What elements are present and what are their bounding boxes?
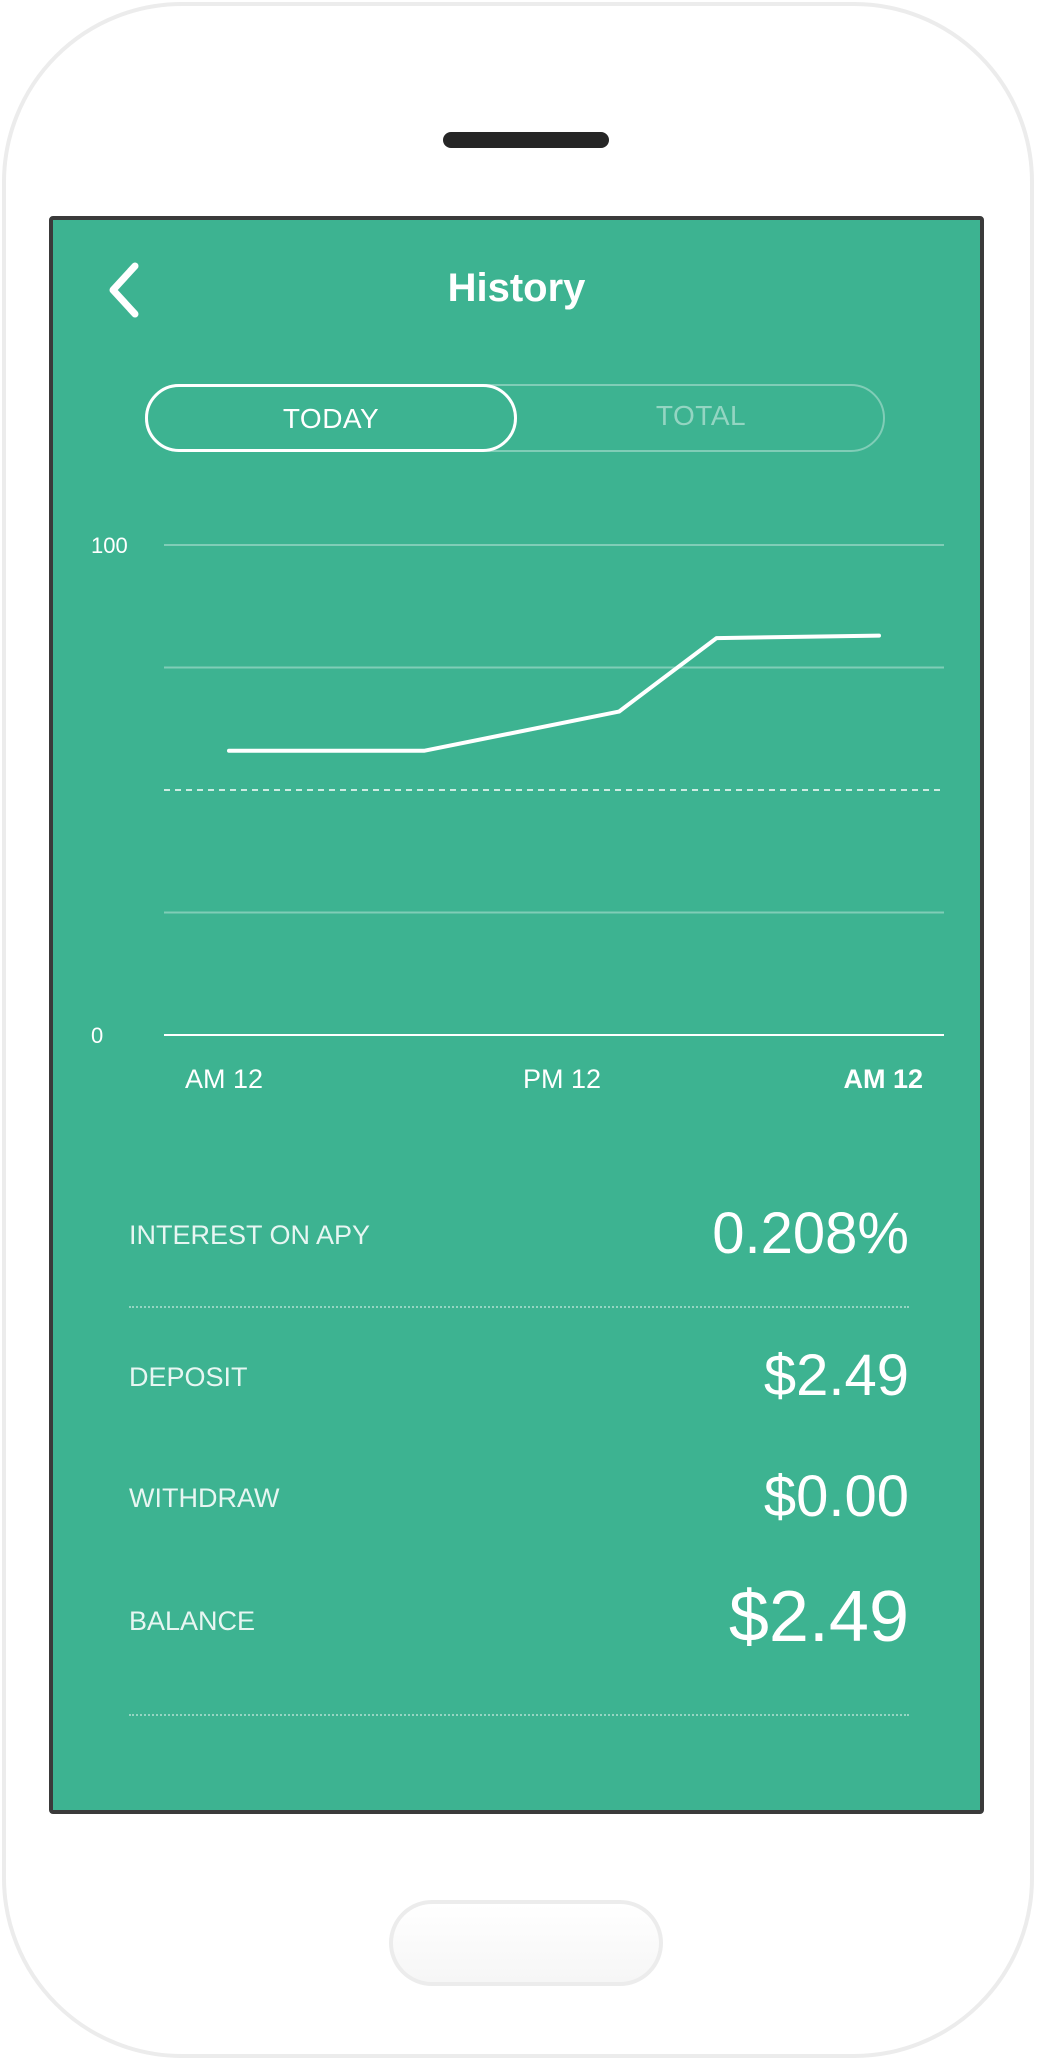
balance-label: BALANCE	[129, 1606, 256, 1636]
interest-row: INTEREST ON APY 0.208%	[129, 1200, 909, 1270]
history-line-chart: 100 0 AM 12 PM 12 AM 12	[91, 533, 944, 1094]
speaker-grille	[443, 132, 609, 148]
series-line	[227, 633, 881, 753]
y-tick-label: 100	[91, 533, 128, 558]
deposit-row: DEPOSIT $2.49	[129, 1342, 909, 1412]
deposit-value: $2.49	[763, 1343, 909, 1408]
y-tick-label: 0	[91, 1023, 103, 1048]
balance-row: BALANCE $2.49	[129, 1576, 909, 1660]
withdraw-row: WITHDRAW $0.00	[129, 1463, 909, 1533]
x-tick-label: PM 12	[523, 1064, 601, 1094]
divider-bottom	[129, 1714, 909, 1716]
withdraw-label: WITHDRAW	[129, 1483, 280, 1513]
withdraw-value: $0.00	[763, 1464, 909, 1529]
x-tick-label: AM 12	[843, 1064, 923, 1094]
deposit-label: DEPOSIT	[129, 1362, 248, 1392]
home-button[interactable]	[389, 1900, 663, 1986]
balance-value: $2.49	[728, 1577, 909, 1657]
x-tick-label: AM 12	[185, 1064, 263, 1094]
interest-value: 0.208%	[712, 1201, 909, 1266]
interest-label: INTEREST ON APY	[129, 1220, 371, 1250]
app-screen: History TODAY TOTAL 100 0 AM 12 PM 12 AM 12 …	[49, 216, 984, 1814]
divider-top	[129, 1306, 909, 1308]
